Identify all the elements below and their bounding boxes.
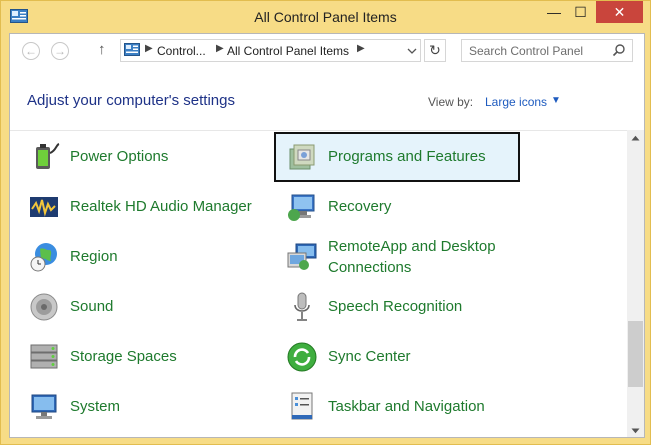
control-panel-items: Power Options Programs and Features Real… xyxy=(10,130,627,438)
chevron-down-icon[interactable]: ▼ xyxy=(551,95,561,106)
item-label: Taskbar and Navigation xyxy=(328,398,485,415)
view-by-label: View by: xyxy=(428,95,474,109)
sound-icon xyxy=(30,293,58,321)
item-label: RemoteApp and Desktop Connections xyxy=(328,238,496,276)
region-icon xyxy=(30,243,57,272)
title-bar[interactable]: All Control Panel Items — ☐ ✕ xyxy=(1,1,650,33)
item-sync-center[interactable]: Sync Center xyxy=(274,332,520,382)
maximize-button[interactable]: ☐ xyxy=(567,1,594,23)
taskbar-icon xyxy=(291,392,313,420)
back-button[interactable]: ← xyxy=(22,42,40,60)
minimize-button[interactable]: — xyxy=(541,1,567,23)
microphone-icon xyxy=(294,292,310,321)
recovery-icon xyxy=(288,194,315,221)
address-history-dropdown[interactable] xyxy=(403,39,421,62)
close-button[interactable]: ✕ xyxy=(596,1,643,23)
item-label: Sync Center xyxy=(328,348,411,365)
view-by-dropdown[interactable]: Large icons xyxy=(485,95,547,109)
power-icon xyxy=(36,143,60,169)
control-panel-window: All Control Panel Items — ☐ ✕ ← → ↑ ▶ Co… xyxy=(0,0,651,445)
item-label: Region xyxy=(70,248,118,265)
search-input[interactable]: Search Control Panel xyxy=(469,44,583,58)
realtek-audio-icon xyxy=(30,197,58,217)
item-system[interactable]: System xyxy=(16,382,262,432)
scroll-up-arrow-icon[interactable] xyxy=(631,135,640,141)
control-panel-icon xyxy=(124,43,140,56)
item-speech-recognition[interactable]: Speech Recognition xyxy=(274,282,520,332)
item-storage-spaces[interactable]: Storage Spaces xyxy=(16,332,262,382)
content-area: ← → ↑ ▶ Control... ▶ All Control Panel I… xyxy=(9,33,645,438)
item-power-options[interactable]: Power Options xyxy=(16,132,262,182)
chevron-right-icon[interactable]: ▶ xyxy=(357,43,365,54)
page-title: Adjust your computer's settings xyxy=(27,92,235,109)
scrollbar-thumb[interactable] xyxy=(628,321,643,387)
chevron-right-icon[interactable]: ▶ xyxy=(216,43,224,54)
breadcrumb-all-items[interactable]: All Control Panel Items xyxy=(227,44,349,58)
system-icon xyxy=(31,394,57,419)
item-taskbar-and-navigation[interactable]: Taskbar and Navigation xyxy=(274,382,520,432)
item-label: Storage Spaces xyxy=(70,348,177,365)
item-label: Power Options xyxy=(70,148,169,165)
up-button[interactable]: ↑ xyxy=(98,41,106,58)
sync-icon xyxy=(287,342,317,372)
refresh-button[interactable]: ↻ xyxy=(424,39,446,62)
item-label: Sound xyxy=(70,298,114,315)
item-sound[interactable]: Sound xyxy=(16,282,262,332)
item-label: Recovery xyxy=(328,198,392,215)
chevron-right-icon: ▶ xyxy=(145,43,153,54)
breadcrumb-control-panel[interactable]: Control... xyxy=(157,44,206,58)
navigation-bar: ← → ↑ ▶ Control... ▶ All Control Panel I… xyxy=(10,34,644,70)
programs-icon xyxy=(289,144,315,170)
search-box[interactable]: Search Control Panel xyxy=(461,39,633,62)
remoteapp-icon xyxy=(287,243,317,270)
item-label: Programs and Features xyxy=(328,148,486,165)
item-realtek-hd-audio-manager[interactable]: Realtek HD Audio Manager xyxy=(16,182,262,232)
scroll-down-arrow-icon[interactable] xyxy=(631,428,640,434)
item-label: Realtek HD Audio Manager xyxy=(70,198,252,215)
item-region[interactable]: Region xyxy=(16,232,262,282)
address-bar[interactable]: ▶ Control... ▶ All Control Panel Items ▶ xyxy=(120,39,421,62)
item-recovery[interactable]: Recovery xyxy=(274,182,520,232)
item-programs-and-features[interactable]: Programs and Features xyxy=(274,132,520,182)
storage-icon xyxy=(30,344,58,369)
chevron-down-icon xyxy=(407,48,417,54)
item-label: Speech Recognition xyxy=(328,298,463,315)
forward-button[interactable]: → xyxy=(51,42,69,60)
item-remoteapp-and-desktop-connections[interactable]: RemoteApp and Desktop Connections xyxy=(274,232,520,282)
vertical-scrollbar[interactable] xyxy=(627,130,644,437)
search-icon[interactable] xyxy=(612,43,626,57)
item-label: System xyxy=(70,398,121,415)
